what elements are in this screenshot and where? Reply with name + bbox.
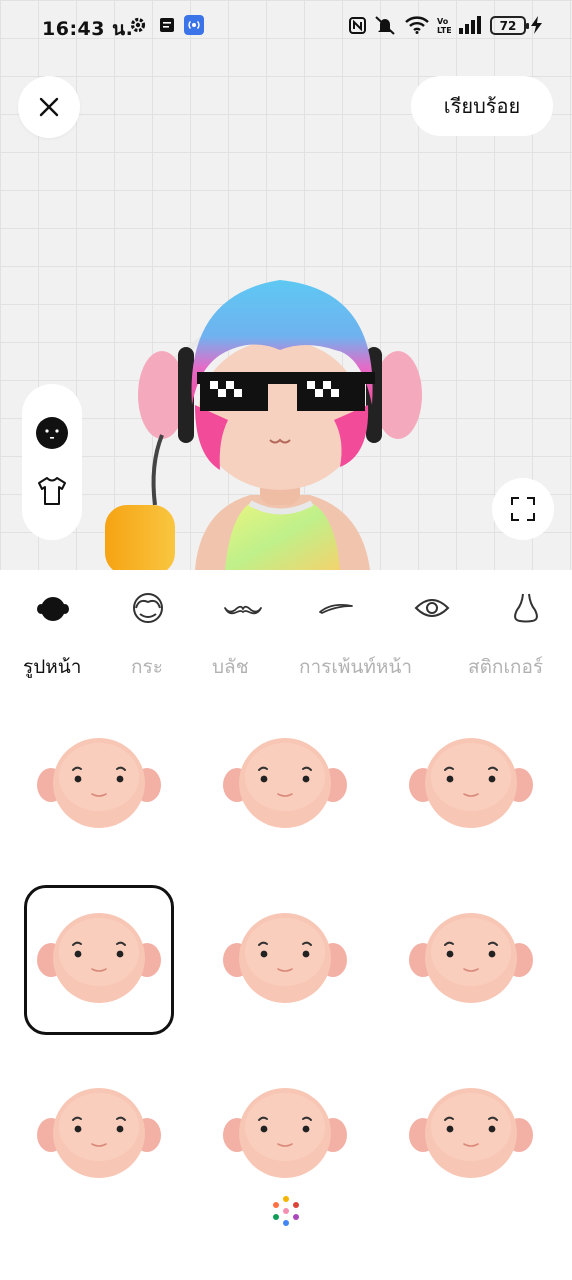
hotspot-icon bbox=[183, 15, 204, 35]
face-shape-option[interactable] bbox=[396, 710, 546, 860]
category-mustache[interactable] bbox=[221, 590, 265, 626]
loading-dots-icon bbox=[273, 1196, 299, 1226]
fullscreen-icon bbox=[511, 497, 535, 521]
eyebrow-icon bbox=[319, 603, 353, 614]
face-shape-option[interactable] bbox=[396, 885, 546, 1035]
face-thumbnail bbox=[37, 913, 161, 1003]
nfc-icon bbox=[348, 15, 366, 35]
shirt-icon bbox=[38, 477, 66, 505]
face-shape-option[interactable] bbox=[210, 1060, 360, 1210]
close-button[interactable] bbox=[18, 76, 80, 138]
face-icon bbox=[36, 417, 68, 449]
face-thumbnail bbox=[409, 738, 533, 828]
status-bar: 16:43 น. Vo LTE 72 bbox=[0, 0, 572, 52]
category-eyebrow[interactable] bbox=[314, 590, 358, 626]
avatar-3d-model bbox=[105, 280, 422, 570]
gear-icon bbox=[128, 15, 148, 35]
status-time: 16:43 น. bbox=[42, 18, 134, 40]
signal-icon bbox=[458, 15, 482, 35]
category-eye[interactable] bbox=[410, 590, 454, 626]
face-thumbnail bbox=[223, 913, 347, 1003]
message-icon bbox=[157, 15, 177, 35]
head-shape-icon bbox=[37, 597, 69, 621]
subtab-stickers[interactable]: สติกเกอร์ bbox=[468, 652, 543, 682]
face-thumbnail bbox=[37, 1088, 161, 1178]
battery-icon: 72 bbox=[490, 16, 529, 35]
mute-icon bbox=[373, 15, 397, 35]
wifi-icon bbox=[405, 15, 429, 35]
editor-panel: รูปหน้า กระ บลัช การเพ้นท์หน้า สติกเกอร์ bbox=[0, 570, 572, 1280]
face-thumbnail bbox=[223, 738, 347, 828]
fullscreen-button[interactable] bbox=[492, 478, 554, 540]
face-shape-option[interactable] bbox=[24, 885, 174, 1035]
face-shape-option[interactable] bbox=[396, 1060, 546, 1210]
hair-icon bbox=[133, 593, 163, 623]
subtab-face-paint[interactable]: การเพ้นท์หน้า bbox=[299, 652, 412, 682]
mustache-icon bbox=[224, 605, 262, 615]
subtab-freckles[interactable]: กระ bbox=[131, 652, 163, 682]
face-shape-option[interactable] bbox=[24, 710, 174, 860]
view-toggle bbox=[22, 384, 82, 540]
face-shape-option[interactable] bbox=[210, 885, 360, 1035]
face-thumbnail bbox=[409, 1088, 533, 1178]
subtab-face-shape[interactable]: รูปหน้า bbox=[23, 652, 81, 682]
done-button[interactable]: เรียบร้อย bbox=[411, 76, 553, 136]
subtab-blush[interactable]: บลัช bbox=[212, 652, 249, 682]
face-thumbnail bbox=[409, 913, 533, 1003]
category-nose[interactable] bbox=[504, 590, 548, 626]
outfit-view-button[interactable] bbox=[32, 471, 72, 511]
face-shape-option[interactable] bbox=[210, 710, 360, 860]
eye-icon bbox=[414, 599, 450, 617]
volte-icon: Vo LTE bbox=[436, 15, 452, 35]
nose-icon bbox=[514, 593, 538, 623]
face-thumbnail bbox=[37, 738, 161, 828]
face-thumbnail bbox=[223, 1088, 347, 1178]
category-bar bbox=[0, 586, 572, 630]
subtab-bar: รูปหน้า กระ บลัช การเพ้นท์หน้า สติกเกอร์ bbox=[0, 652, 572, 688]
avatar-preview: 16:43 น. Vo LTE 72 เรียบร้อย bbox=[0, 0, 572, 570]
category-head-shape[interactable] bbox=[31, 590, 75, 626]
svg-text:LTE: LTE bbox=[437, 26, 451, 35]
face-shape-option[interactable] bbox=[24, 1060, 174, 1210]
charging-icon bbox=[530, 15, 542, 35]
close-icon bbox=[39, 97, 59, 117]
svg-text:Vo: Vo bbox=[437, 17, 449, 26]
face-view-button[interactable] bbox=[32, 413, 72, 453]
category-hair[interactable] bbox=[126, 590, 170, 626]
